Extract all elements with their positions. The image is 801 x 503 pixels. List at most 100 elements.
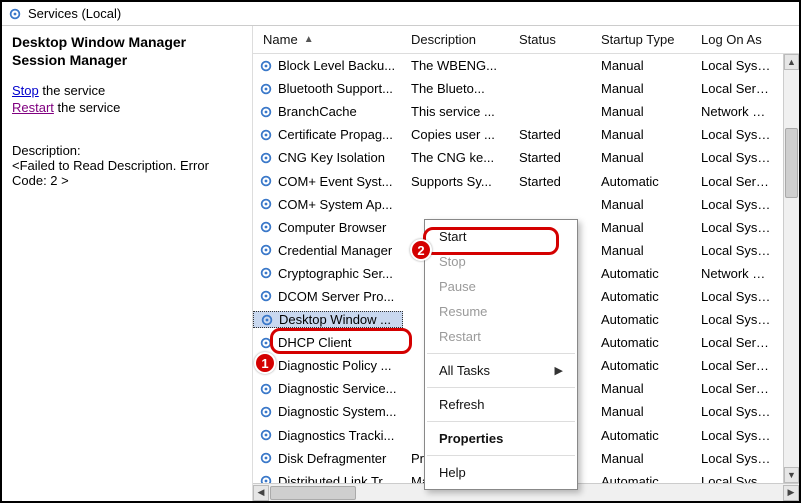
selected-service-title: Desktop Window Manager Session Manager (12, 34, 242, 69)
header-title: Services (Local) (28, 6, 121, 21)
restart-link[interactable]: Restart (12, 100, 54, 115)
service-row[interactable]: Bluetooth Support...The Blueto...ManualL… (253, 77, 783, 100)
cell-name: Distributed Link Tr... (253, 474, 403, 483)
service-gear-icon (260, 313, 274, 327)
cell-name: COM+ System Ap... (253, 197, 403, 212)
service-row[interactable]: Certificate Propag...Copies user ...Star… (253, 123, 783, 146)
header-bar: Services (Local) (2, 2, 799, 26)
submenu-arrow-icon: ▶ (555, 364, 563, 377)
cell-name-text: Diagnostic Service... (278, 381, 397, 396)
description-block: Description: <Failed to Read Description… (12, 143, 242, 188)
cell-status: Started (511, 127, 593, 142)
h-thumb[interactable] (270, 486, 356, 500)
cell-startup: Automatic (593, 428, 693, 443)
service-gear-icon (259, 82, 273, 96)
cell-name-text: BranchCache (278, 104, 357, 119)
description-heading: Description: (12, 143, 242, 158)
stop-link[interactable]: Stop (12, 83, 39, 98)
cell-logon: Network S... (693, 266, 779, 281)
cell-name: Diagnostic Service... (253, 381, 403, 396)
service-gear-icon (259, 451, 273, 465)
service-gear-icon (259, 336, 273, 350)
ctx-all-tasks[interactable]: All Tasks▶ (425, 358, 577, 383)
service-row[interactable]: Block Level Backu...The WBENG...ManualLo… (253, 54, 783, 77)
cell-name: DCOM Server Pro... (253, 289, 403, 304)
cell-name-text: Diagnostics Tracki... (278, 428, 394, 443)
cell-name-text: DHCP Client (278, 335, 351, 350)
service-gear-icon (259, 59, 273, 73)
cell-name-text: Certificate Propag... (278, 127, 393, 142)
services-icon (8, 7, 22, 21)
col-status[interactable]: Status (511, 26, 593, 53)
service-gear-icon (259, 428, 273, 442)
cell-name: Certificate Propag... (253, 127, 403, 142)
cell-logon: Local Service (693, 335, 779, 350)
cell-startup: Manual (593, 451, 693, 466)
service-gear-icon (259, 151, 273, 165)
ctx-properties[interactable]: Properties (425, 426, 577, 451)
details-pane: Desktop Window Manager Session Manager S… (2, 26, 253, 501)
cell-name: Block Level Backu... (253, 58, 403, 73)
cell-startup: Manual (593, 404, 693, 419)
scroll-right-button[interactable]: ▶ (783, 485, 799, 501)
service-row[interactable]: COM+ Event Syst...Supports Sy...StartedA… (253, 169, 783, 192)
cell-name: Cryptographic Ser... (253, 266, 403, 281)
service-gear-icon (259, 405, 273, 419)
scroll-up-button[interactable]: ▲ (784, 54, 799, 70)
context-menu: Start Stop Pause Resume Restart All Task… (424, 219, 578, 490)
cell-name-text: Distributed Link Tr... (278, 474, 393, 483)
restart-suffix: the service (54, 100, 120, 115)
ctx-help[interactable]: Help (425, 460, 577, 485)
v-thumb[interactable] (785, 128, 798, 198)
cell-name-text: Diagnostic Policy ... (278, 358, 391, 373)
cell-startup: Manual (593, 81, 693, 96)
service-gear-icon (259, 105, 273, 119)
vertical-scrollbar[interactable]: ▲ ▼ (783, 54, 799, 483)
cell-name: Desktop Window ... (253, 311, 403, 328)
cell-description: This service ... (403, 104, 511, 119)
col-logon[interactable]: Log On As (693, 26, 779, 53)
ctx-start[interactable]: Start (425, 224, 577, 249)
cell-status: Started (511, 174, 593, 189)
service-gear-icon (259, 128, 273, 142)
cell-startup: Automatic (593, 312, 693, 327)
stop-suffix: the service (39, 83, 105, 98)
cell-status: Started (511, 150, 593, 165)
annotation-badge-1: 1 (254, 352, 276, 374)
col-description[interactable]: Description (403, 26, 511, 53)
cell-name: DHCP Client (253, 335, 403, 350)
cell-startup: Manual (593, 127, 693, 142)
cell-logon: Local Service (693, 381, 779, 396)
scroll-down-button[interactable]: ▼ (784, 467, 799, 483)
cell-logon: Local Syste... (693, 404, 779, 419)
cell-logon: Local Syste... (693, 312, 779, 327)
cell-description: The Blueto... (403, 81, 511, 96)
cell-name-text: Diagnostic System... (278, 404, 397, 419)
cell-startup: Manual (593, 197, 693, 212)
cell-startup: Automatic (593, 358, 693, 373)
cell-startup: Automatic (593, 474, 693, 483)
cell-description: Supports Sy... (403, 174, 511, 189)
service-gear-icon (259, 243, 273, 257)
cell-name: Disk Defragmenter (253, 451, 403, 466)
service-row[interactable]: BranchCacheThis service ...ManualNetwork… (253, 100, 783, 123)
col-startup[interactable]: Startup Type (593, 26, 693, 53)
scroll-left-button[interactable]: ◀ (253, 485, 269, 501)
col-name[interactable]: Name▲ (253, 26, 403, 53)
cell-logon: Local Syste... (693, 428, 779, 443)
ctx-refresh[interactable]: Refresh (425, 392, 577, 417)
services-window: Services (Local) Desktop Window Manager … (0, 0, 801, 503)
service-row[interactable]: COM+ System Ap...ManualLocal Syste... (253, 193, 783, 216)
service-row[interactable]: CNG Key IsolationThe CNG ke...StartedMan… (253, 146, 783, 169)
cell-logon: Network S... (693, 104, 779, 119)
service-gear-icon (259, 266, 273, 280)
cell-name: Computer Browser (253, 220, 403, 235)
stop-line: Stop the service (12, 83, 242, 98)
annotation-badge-2: 2 (410, 239, 432, 261)
cell-name-text: CNG Key Isolation (278, 150, 385, 165)
cell-name-text: Block Level Backu... (278, 58, 395, 73)
ctx-sep-4 (427, 455, 575, 456)
v-track[interactable] (784, 70, 799, 467)
service-gear-icon (259, 474, 273, 483)
cell-startup: Manual (593, 243, 693, 258)
